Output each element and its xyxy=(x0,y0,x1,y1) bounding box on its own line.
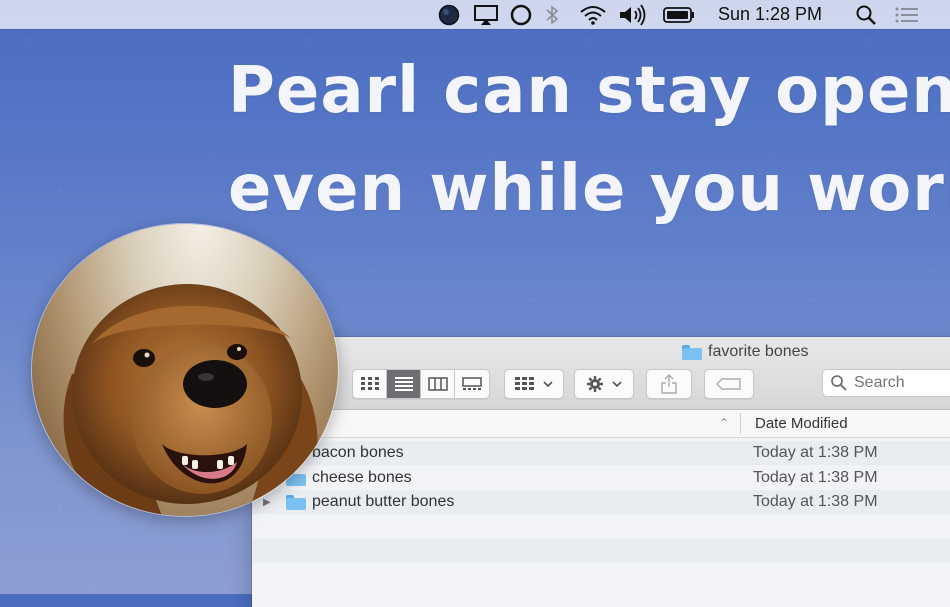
sort-chevron-up-icon[interactable]: ⌃ xyxy=(719,416,729,430)
notification-center-icon[interactable] xyxy=(894,0,920,29)
promo-headline: Pearl can stay open, even while you work xyxy=(228,42,950,238)
search-input[interactable] xyxy=(852,373,950,393)
file-name: bacon bones xyxy=(312,444,404,461)
view-mode-control xyxy=(352,369,490,399)
battery-icon[interactable] xyxy=(662,0,696,29)
file-row-cheese-bones[interactable]: cheese bones Today at 1:38 PM xyxy=(252,466,950,490)
window-title-text: favorite bones xyxy=(708,343,809,360)
chevron-down-icon xyxy=(543,381,553,388)
wifi-icon[interactable] xyxy=(578,0,608,29)
list-view-button[interactable] xyxy=(387,370,421,398)
list-lines-icon xyxy=(394,377,413,391)
bluetooth-icon[interactable] xyxy=(542,0,562,29)
file-date: Today at 1:38 PM xyxy=(753,444,878,461)
file-row-peanut-butter-bones[interactable]: ▶ peanut butter bones Today at 1:38 PM xyxy=(252,490,950,514)
disclosure-triangle-icon[interactable]: ▶ xyxy=(263,497,271,508)
spotlight-search-icon[interactable] xyxy=(854,0,878,29)
tag-icon xyxy=(716,378,741,390)
search-icon xyxy=(831,375,847,391)
siri-icon[interactable] xyxy=(508,0,534,29)
webcam-pip-window[interactable] xyxy=(32,224,338,516)
gallery-icon xyxy=(462,377,482,390)
finder-window: favorite bones Search ⌃ Date Modified ba… xyxy=(252,337,950,607)
dog-face-image xyxy=(63,284,318,516)
file-row-bacon-bones[interactable]: bacon bones Today at 1:38 PM xyxy=(252,441,950,465)
menu-bar: Sun 1:28 PM xyxy=(0,0,950,29)
headline-line-1: Pearl can stay open, xyxy=(228,54,950,128)
action-button[interactable] xyxy=(574,369,634,399)
file-name: cheese bones xyxy=(312,469,412,486)
gear-icon xyxy=(587,376,603,392)
share-button[interactable] xyxy=(646,369,692,399)
gallery-view-button[interactable] xyxy=(455,370,489,398)
file-date: Today at 1:38 PM xyxy=(753,469,878,486)
headline-line-2: even while you work xyxy=(228,152,950,226)
file-date: Today at 1:38 PM xyxy=(753,493,878,510)
empty-row xyxy=(252,538,950,562)
empty-row xyxy=(252,514,950,538)
column-view-button[interactable] xyxy=(421,370,455,398)
columns-icon xyxy=(427,377,448,391)
menu-bar-clock[interactable]: Sun 1:28 PM xyxy=(718,4,822,25)
icon-view-button[interactable] xyxy=(353,370,387,398)
window-title: favorite bones xyxy=(682,341,809,363)
search-field[interactable] xyxy=(822,369,950,397)
share-icon xyxy=(661,374,677,394)
folder-icon xyxy=(682,344,702,360)
date-modified-column-header[interactable]: Date Modified xyxy=(755,410,848,437)
list-header: ⌃ Date Modified xyxy=(252,410,950,438)
file-name: peanut butter bones xyxy=(312,493,455,510)
icon-grid-icon xyxy=(360,377,379,390)
folder-icon xyxy=(286,495,306,510)
group-by-button[interactable] xyxy=(504,369,564,399)
airplay-icon[interactable] xyxy=(472,0,500,29)
volume-icon[interactable] xyxy=(618,0,648,29)
empty-row xyxy=(252,562,950,586)
chevron-down-icon xyxy=(612,381,622,388)
column-divider[interactable] xyxy=(740,413,741,434)
finder-titlebar: favorite bones xyxy=(252,337,950,410)
tags-button[interactable] xyxy=(704,369,754,399)
pearl-app-icon[interactable] xyxy=(437,0,461,29)
group-grid-icon xyxy=(515,377,534,390)
